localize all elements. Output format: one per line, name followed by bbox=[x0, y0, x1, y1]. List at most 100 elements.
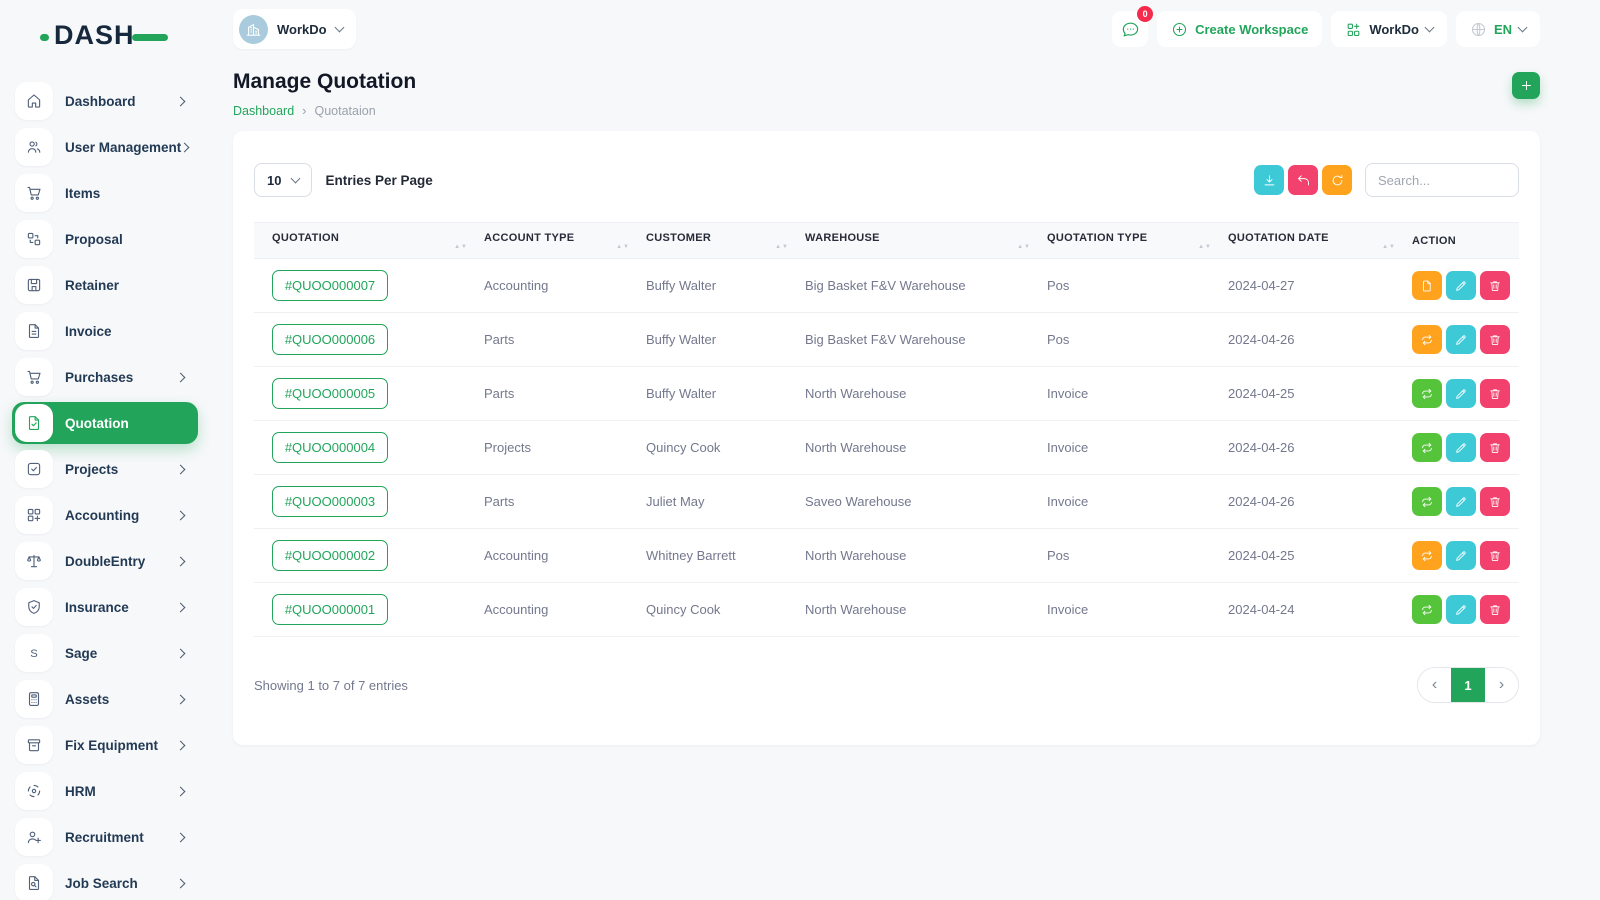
convert-button[interactable] bbox=[1412, 487, 1442, 516]
refresh-button[interactable] bbox=[1322, 165, 1352, 195]
sidebar-item-user-management[interactable]: User Management bbox=[12, 126, 198, 168]
sidebar-item-label: Sage bbox=[65, 646, 177, 661]
quotation-table-wrap: QUOTATION▲▼ACCOUNT TYPE▲▼CUSTOMER▲▼WAREH… bbox=[233, 222, 1540, 637]
building-icon bbox=[239, 15, 268, 44]
sidebar-item-dashboard[interactable]: Dashboard bbox=[12, 80, 198, 122]
workdo-menu-button[interactable]: WorkDo bbox=[1331, 11, 1447, 47]
column-header-quotation-type[interactable]: QUOTATION TYPE ▲▼ bbox=[1047, 223, 1228, 259]
sidebar-item-accounting[interactable]: Accounting bbox=[12, 494, 198, 536]
cell-quotation-date: 2024-04-24 bbox=[1228, 583, 1412, 637]
brand-logo[interactable]: DASH bbox=[54, 20, 154, 56]
convert-button[interactable] bbox=[1412, 541, 1442, 570]
edit-button[interactable] bbox=[1446, 433, 1476, 462]
cell-quotation-type: Pos bbox=[1047, 313, 1228, 367]
sort-icon[interactable]: ▲▼ bbox=[775, 244, 789, 250]
chevron-right-icon bbox=[176, 694, 186, 704]
cell-account-type: Parts bbox=[484, 475, 646, 529]
column-header-warehouse[interactable]: WAREHOUSE▲▼ bbox=[805, 223, 1047, 259]
edit-button[interactable] bbox=[1446, 379, 1476, 408]
cell-quotation-date: 2024-04-26 bbox=[1228, 421, 1412, 475]
sidebar-item-recruitment[interactable]: Recruitment bbox=[12, 816, 198, 858]
sidebar-item-job-search[interactable]: Job Search bbox=[12, 862, 198, 900]
cell-account-type: Parts bbox=[484, 367, 646, 421]
proposal-icon bbox=[15, 220, 53, 258]
cell-customer: Quincy Cook bbox=[646, 583, 805, 637]
delete-button[interactable] bbox=[1480, 325, 1510, 354]
sidebar-item-purchases[interactable]: Purchases bbox=[12, 356, 198, 398]
search-input[interactable] bbox=[1365, 163, 1519, 197]
sidebar-item-label: DoubleEntry bbox=[65, 554, 177, 569]
app-root: DASH DashboardUser ManagementItemsPropos… bbox=[0, 0, 1600, 900]
undo-button[interactable] bbox=[1288, 165, 1318, 195]
edit-button[interactable] bbox=[1446, 271, 1476, 300]
sidebar-item-label: Accounting bbox=[65, 508, 177, 523]
plus-icon bbox=[1519, 78, 1534, 93]
sidebar-item-sage[interactable]: SSage bbox=[12, 632, 198, 674]
convert-button[interactable] bbox=[1412, 433, 1442, 462]
column-header-account-type[interactable]: ACCOUNT TYPE▲▼ bbox=[484, 223, 646, 259]
sidebar-item-fix-equipment[interactable]: Fix Equipment bbox=[12, 724, 198, 766]
trash-icon bbox=[1488, 387, 1502, 401]
sidebar-item-label: Purchases bbox=[65, 370, 177, 385]
sidebar-item-insurance[interactable]: Insurance bbox=[12, 586, 198, 628]
sidebar-item-quotation[interactable]: Quotation bbox=[12, 402, 198, 444]
workspace-select[interactable]: WorkDo bbox=[233, 9, 356, 49]
chevron-right-icon bbox=[176, 556, 186, 566]
sort-icon[interactable]: ▲▼ bbox=[1198, 244, 1212, 250]
toolbar-right bbox=[1254, 163, 1519, 197]
pagination-next-button[interactable]: › bbox=[1485, 668, 1518, 702]
sort-icon[interactable]: ▲▼ bbox=[1017, 244, 1031, 250]
sidebar-item-projects[interactable]: Projects bbox=[12, 448, 198, 490]
delete-button[interactable] bbox=[1480, 379, 1510, 408]
pagination-prev-button[interactable]: ‹ bbox=[1418, 668, 1451, 702]
column-header-label: QUOTATION TYPE bbox=[1047, 232, 1147, 244]
convert-button[interactable] bbox=[1412, 595, 1442, 624]
chevron-right-icon bbox=[176, 648, 186, 658]
quotation-card: 10 Entries Per Page QUOTATION▲▼ACCO bbox=[233, 131, 1540, 745]
column-header-quotation[interactable]: QUOTATION▲▼ bbox=[254, 223, 484, 259]
create-workspace-button[interactable]: Create Workspace bbox=[1157, 11, 1322, 47]
view-button[interactable] bbox=[1412, 271, 1442, 300]
sort-icon[interactable]: ▲▼ bbox=[1382, 244, 1396, 250]
cell-warehouse: Saveo Warehouse bbox=[805, 475, 1047, 529]
sidebar-item-items[interactable]: Items bbox=[12, 172, 198, 214]
breadcrumb-dashboard-link[interactable]: Dashboard bbox=[233, 104, 294, 118]
cell-account-type: Accounting bbox=[484, 583, 646, 637]
create-quotation-button[interactable] bbox=[1512, 72, 1540, 99]
sidebar-item-retainer[interactable]: Retainer bbox=[12, 264, 198, 306]
column-header-customer[interactable]: CUSTOMER▲▼ bbox=[646, 223, 805, 259]
pencil-icon bbox=[1454, 495, 1468, 509]
convert-button[interactable] bbox=[1412, 325, 1442, 354]
delete-button[interactable] bbox=[1480, 487, 1510, 516]
delete-button[interactable] bbox=[1480, 271, 1510, 300]
sidebar-item-proposal[interactable]: Proposal bbox=[12, 218, 198, 260]
table-row: #QUOO000005PartsBuffy WalterNorth Wareho… bbox=[254, 367, 1519, 421]
messages-button[interactable]: 0 bbox=[1112, 11, 1148, 47]
edit-button[interactable] bbox=[1446, 595, 1476, 624]
delete-button[interactable] bbox=[1480, 433, 1510, 462]
export-button[interactable] bbox=[1254, 165, 1284, 195]
entries-per-page-select[interactable]: 10 bbox=[254, 163, 312, 197]
sidebar-item-hrm[interactable]: HRM bbox=[12, 770, 198, 812]
chevron-down-icon bbox=[291, 173, 301, 183]
edit-button[interactable] bbox=[1446, 541, 1476, 570]
row-actions bbox=[1412, 379, 1510, 408]
convert-button[interactable] bbox=[1412, 379, 1442, 408]
language-select[interactable]: EN bbox=[1456, 11, 1540, 47]
row-actions bbox=[1412, 595, 1510, 624]
edit-button[interactable] bbox=[1446, 325, 1476, 354]
insurance-icon bbox=[15, 588, 53, 626]
sidebar-item-invoice[interactable]: Invoice bbox=[12, 310, 198, 352]
delete-button[interactable] bbox=[1480, 595, 1510, 624]
cell-customer: Buffy Walter bbox=[646, 367, 805, 421]
cell-account-type: Parts bbox=[484, 313, 646, 367]
delete-button[interactable] bbox=[1480, 541, 1510, 570]
sidebar-item-assets[interactable]: Assets bbox=[12, 678, 198, 720]
column-header-quotation-date[interactable]: QUOTATION DATE▲▼ bbox=[1228, 223, 1412, 259]
edit-button[interactable] bbox=[1446, 487, 1476, 516]
sort-icon[interactable]: ▲▼ bbox=[454, 244, 468, 250]
table-row: #QUOO000007AccountingBuffy WalterBig Bas… bbox=[254, 259, 1519, 313]
sort-icon[interactable]: ▲▼ bbox=[616, 244, 630, 250]
sidebar-item-doubleentry[interactable]: DoubleEntry bbox=[12, 540, 198, 582]
card-footer: Showing 1 to 7 of 7 entries ‹ 1 › bbox=[233, 637, 1540, 703]
